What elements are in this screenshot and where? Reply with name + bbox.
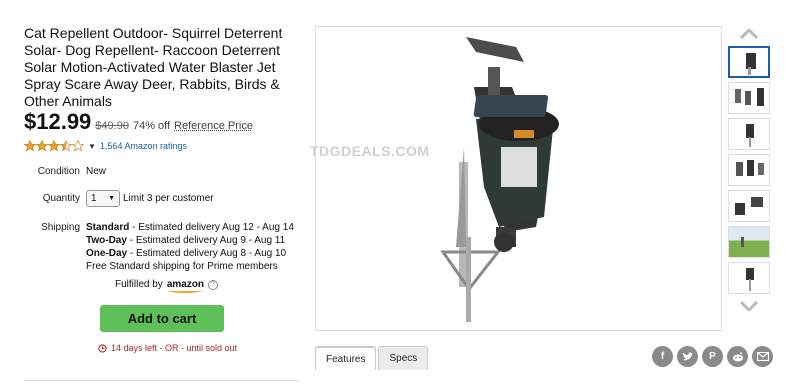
chevron-down-icon[interactable]: [728, 298, 770, 314]
product-title: Cat Repellent Outdoor- Squirrel Deterren…: [24, 25, 283, 109]
stock-notice: 14 days left - OR - until sold out: [98, 343, 237, 353]
star-icon: [48, 140, 60, 152]
thumbnail[interactable]: [728, 262, 770, 294]
thumbnail[interactable]: [728, 82, 770, 114]
chevron-up-icon[interactable]: [728, 26, 770, 42]
water-blaster-image: [440, 37, 559, 322]
quantity-value: 1: [91, 193, 97, 204]
chevron-down-icon: ▼: [108, 195, 115, 202]
condition-label: Condition: [37, 166, 80, 177]
shipping-line: One-Day - Estimated delivery Aug 8 - Aug…: [86, 248, 287, 259]
facebook-icon[interactable]: f: [652, 346, 673, 367]
thumbnail[interactable]: [728, 226, 770, 258]
pinterest-icon[interactable]: P: [702, 346, 723, 367]
quantity-limit: Limit 3 per customer: [123, 193, 214, 204]
fulfilled-by-label: Fulfilled by: [115, 279, 163, 290]
main-product-image[interactable]: [315, 26, 722, 331]
twitter-icon[interactable]: [677, 346, 698, 367]
shipping-label: Shipping: [41, 222, 80, 233]
quantity-label: Quantity: [42, 193, 80, 204]
thumbnail[interactable]: [728, 46, 770, 78]
watermark: TDGDEALS.COM: [310, 143, 430, 159]
ratings-link[interactable]: 1,564 Amazon ratings: [100, 141, 187, 151]
divider: [24, 380, 300, 381]
shipping-line: Free Standard shipping for Prime members: [86, 261, 278, 272]
reference-price-link[interactable]: Reference Price: [174, 120, 253, 132]
shipping-line: Standard - Estimated delivery Aug 12 - A…: [86, 222, 294, 233]
fulfilled-by: Fulfilled by amazon ?: [115, 279, 219, 293]
star-icon: [36, 140, 48, 152]
old-price: $49.90: [95, 120, 129, 132]
star-icon: [60, 140, 72, 152]
stock-notice-text: 14 days left - OR - until sold out: [111, 343, 238, 353]
star-rating[interactable]: [24, 140, 84, 152]
price-row: $12.99 $49.90 74% off Reference Price: [24, 109, 253, 135]
current-price: $12.99: [24, 109, 92, 134]
star-icon: [24, 140, 36, 152]
thumbnail[interactable]: [728, 118, 770, 150]
quantity-select[interactable]: 1 ▼: [86, 190, 120, 207]
email-icon[interactable]: [752, 346, 773, 367]
thumbnail-strip: [728, 26, 770, 314]
thumbnail[interactable]: [728, 154, 770, 186]
thumbnail[interactable]: [728, 190, 770, 222]
rating-row: ▼ 1,564 Amazon ratings: [24, 140, 187, 152]
shipping-line: Two-Day - Estimated delivery Aug 9 - Aug…: [86, 235, 286, 246]
reddit-icon[interactable]: [727, 346, 748, 367]
tab-specs[interactable]: Specs: [378, 346, 429, 370]
tab-features[interactable]: Features: [315, 346, 377, 370]
condition-value: New: [86, 166, 107, 177]
amazon-logo: amazon: [166, 279, 205, 293]
discount-percent: 74% off: [132, 120, 171, 132]
tab-bar: Features Specs: [315, 346, 429, 370]
clock-icon: [98, 343, 107, 353]
shipping-options: Standard - Estimated delivery Aug 12 - A…: [86, 221, 294, 273]
chevron-down-icon[interactable]: ▼: [88, 142, 96, 151]
info-icon[interactable]: ?: [208, 279, 219, 290]
star-icon: [72, 140, 84, 152]
social-share: f P: [652, 346, 773, 367]
add-to-cart-button[interactable]: Add to cart: [100, 305, 224, 332]
